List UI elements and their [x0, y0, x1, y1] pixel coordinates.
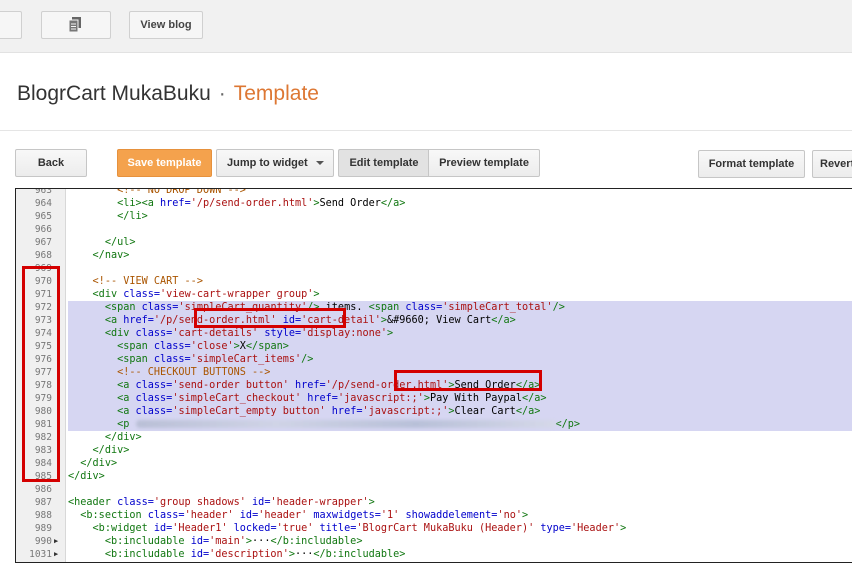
code-text: </div> — [104, 432, 142, 443]
code-text: </div> — [68, 471, 105, 482]
format-template-button[interactable]: Format template — [698, 150, 805, 178]
code-line: 970 <!-- VIEW CART --> — [16, 275, 852, 288]
code-line: 987 <header class='group shadows' id='hea… — [16, 496, 852, 509]
code-line: 964 <li><a href='/p/send-order.html'>Sen… — [16, 197, 852, 210]
code-line: 979 <a class='simpleCart_checkout' href=… — [16, 392, 852, 405]
line-number: 986 — [34, 484, 52, 495]
code-text: </li> — [117, 211, 148, 222]
code-line: 990 ▶ <b:includable id='main'>···</b:incl… — [16, 535, 852, 548]
code-line: 1031 ▶ <b:includable id='description'>···… — [16, 548, 852, 561]
code-line: 965 </li> — [16, 210, 852, 223]
code-text: <header class='group shadows' id='header… — [68, 497, 375, 508]
line-number: 989 — [34, 523, 52, 534]
preview-template-tab[interactable]: Preview template — [428, 149, 540, 177]
line-number: 965 — [34, 211, 52, 222]
revert-button[interactable]: Revert — [812, 150, 852, 178]
line-number: 988 — [34, 510, 52, 521]
code-line: 963 <!-- NO DROP DOWN --> — [16, 188, 852, 197]
code-line: 986 — [16, 483, 852, 496]
code-text: <!-- NO DROP DOWN --> — [117, 188, 246, 196]
code-line: 981 <p </p> — [16, 418, 852, 431]
code-line: 980 <a class='simpleCart_empty button' h… — [16, 405, 852, 418]
code-text: <li><a href='/p/send-order.html'>Send Or… — [117, 198, 406, 209]
line-number: 1031 — [29, 549, 52, 560]
header-divider — [0, 130, 852, 131]
line-number: 990 — [34, 536, 52, 547]
code-line: 966 — [16, 223, 852, 236]
document-copy-icon — [69, 17, 81, 32]
jump-to-widget-label: Jump to widget — [227, 157, 308, 169]
code-text: <span class='close'>X</span> — [117, 341, 289, 352]
pages-button[interactable] — [41, 11, 111, 39]
code-text: <!-- CHECKOUT BUTTONS --> — [117, 367, 271, 378]
nav-button[interactable] — [0, 11, 22, 39]
code-line: 985 </div> — [16, 470, 852, 483]
save-template-button[interactable]: Save template — [117, 149, 212, 177]
code-line: 974 <div class='cart-details' style='dis… — [16, 327, 852, 340]
line-number: 964 — [34, 198, 52, 209]
code-text: <b:widget id='Header1' locked='true' tit… — [92, 523, 627, 534]
line-number: 963 — [34, 188, 52, 196]
code-text: <b:includable id='main'>···</b:includabl… — [104, 536, 363, 547]
top-navigation-bar: View blog — [0, 0, 852, 53]
code-line: 975 <span class='close'>X</span> — [16, 340, 852, 353]
code-text: </div> — [80, 458, 118, 469]
code-text: <div class='cart-details' style='display… — [104, 328, 394, 339]
back-button[interactable]: Back — [15, 149, 87, 177]
code-line: 984 </div> — [16, 457, 852, 470]
code-text: <div class='view-cart-wrapper group'> — [92, 289, 320, 300]
code-text: <span class='simpleCart_items'/> — [117, 354, 314, 365]
fold-arrow-icon[interactable]: ▶ — [54, 548, 58, 561]
code-line: 968 </nav> — [16, 249, 852, 262]
code-line: 983 </div> — [16, 444, 852, 457]
code-line: 972 <span class='simpleCart_quantity'/> … — [16, 301, 852, 314]
line-number: 966 — [34, 224, 52, 235]
code-text: <!-- VIEW CART --> — [92, 276, 203, 287]
href-highlight-978 — [394, 370, 542, 391]
view-blog-button[interactable]: View blog — [129, 11, 203, 39]
line-numbers-highlight — [22, 266, 60, 482]
line-number: 968 — [34, 250, 52, 261]
code-text: <b:includable id='description'>···</b:in… — [104, 549, 406, 560]
code-line: 989 <b:widget id='Header1' locked='true'… — [16, 522, 852, 535]
code-text: <a class='simpleCart_empty button' href=… — [117, 406, 541, 417]
code-text: <b:section class='header' id='header' ma… — [80, 510, 529, 521]
edit-template-tab[interactable]: Edit template — [338, 149, 429, 177]
code-line: 969 — [16, 262, 852, 275]
code-line: 971 <div class='view-cart-wrapper group'… — [16, 288, 852, 301]
fold-arrow-icon[interactable]: ▶ — [54, 535, 58, 548]
code-line: 967 </ul> — [16, 236, 852, 249]
line-number: 967 — [34, 237, 52, 248]
line-number: 987 — [34, 497, 52, 508]
jump-to-widget-dropdown[interactable]: Jump to widget — [216, 149, 334, 177]
code-line: 973 <a href='/p/send-order.html' id='car… — [16, 314, 852, 327]
title-separator: · — [218, 82, 226, 105]
section-name: Template — [233, 82, 319, 105]
code-text: </div> — [92, 445, 130, 456]
code-text: </nav> — [92, 250, 130, 261]
blog-name: BlogrCart MukaBuku — [17, 82, 211, 105]
code-line: 988 <b:section class='header' id='header… — [16, 509, 852, 522]
code-line: 982 </div> — [16, 431, 852, 444]
chevron-down-icon — [316, 161, 324, 165]
page-title: BlogrCart MukaBuku · Template — [17, 82, 319, 106]
code-text: <a class='simpleCart_checkout' href='jav… — [117, 393, 547, 404]
code-text: </ul> — [104, 237, 136, 248]
code-text: <p </p> — [117, 419, 581, 430]
href-highlight-973 — [194, 308, 346, 328]
code-line: 976 <span class='simpleCart_items'/> — [16, 353, 852, 366]
